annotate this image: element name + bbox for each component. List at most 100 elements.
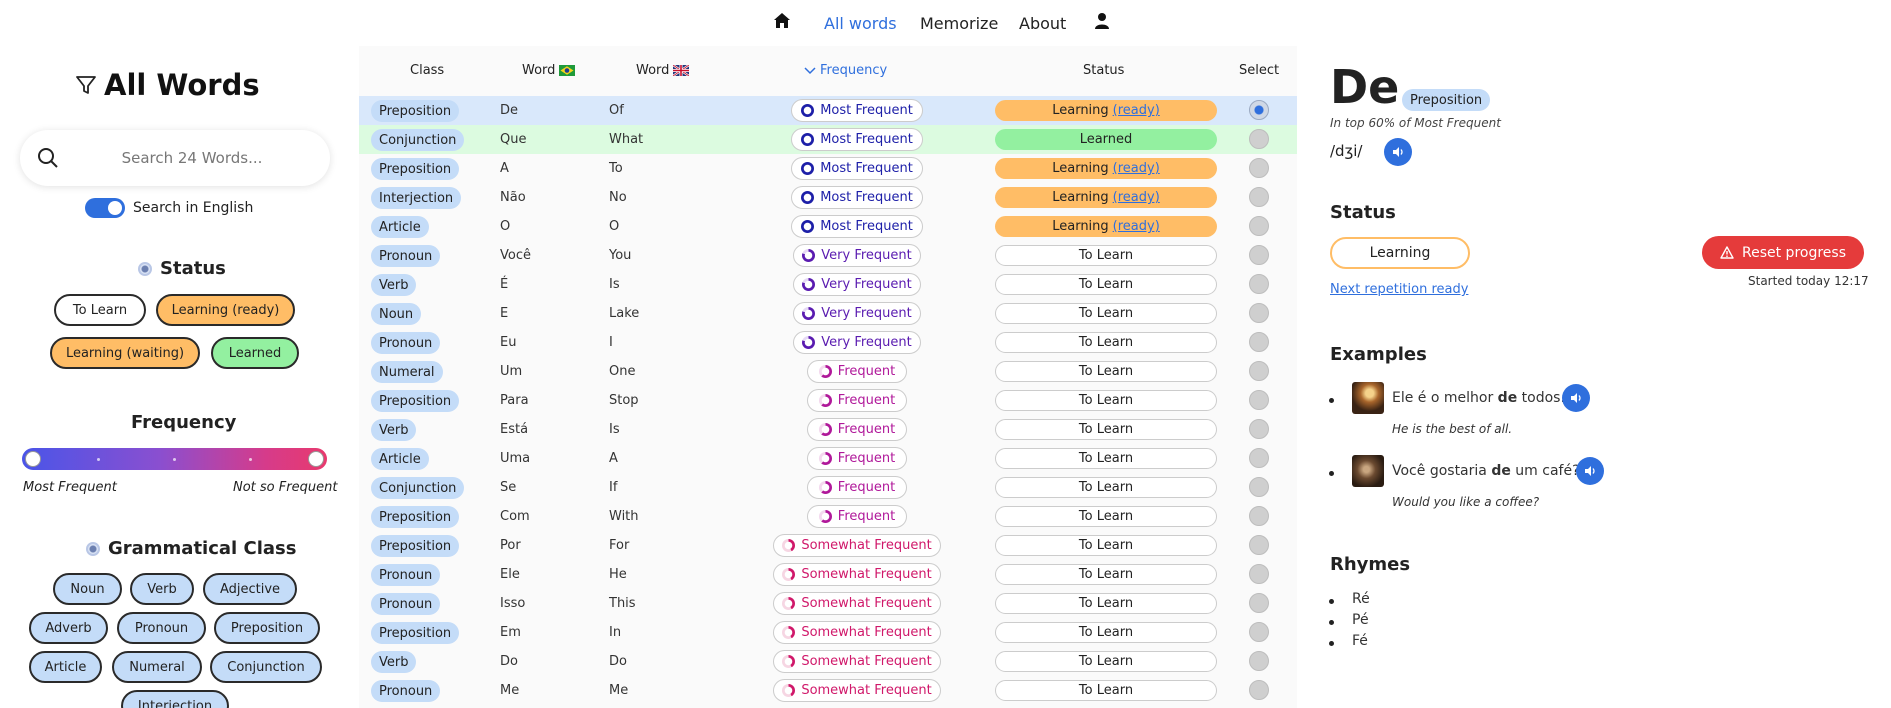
select-radio[interactable] — [1249, 651, 1269, 671]
header-frequency[interactable]: Frequency — [804, 63, 887, 78]
table-row[interactable]: Preposition Em In Somewhat Frequent To Learn — [359, 618, 1297, 647]
select-radio[interactable] — [1249, 477, 1269, 497]
table-row[interactable]: Conjunction Que What Most Frequent Learned — [359, 125, 1297, 154]
class-badge: Pronoun — [371, 680, 441, 702]
table-row[interactable]: Numeral Um One Frequent To Learn — [359, 357, 1297, 386]
search-english-toggle[interactable] — [85, 198, 125, 218]
class-pill-adverb[interactable]: Adverb — [29, 612, 108, 644]
frequency-badge: Very Frequent — [793, 273, 921, 296]
status-pill-to-learn[interactable]: To Learn — [54, 294, 146, 326]
table-row[interactable]: Pronoun Isso This Somewhat Frequent To Learn — [359, 589, 1297, 618]
table-row[interactable]: Conjunction Se If Frequent To Learn — [359, 473, 1297, 502]
table-row[interactable]: Preposition Com With Frequent To Learn — [359, 502, 1297, 531]
status-pill-learning-waiting[interactable]: Learning (waiting) — [50, 337, 200, 369]
nav-all-words[interactable]: All words — [824, 14, 897, 33]
class-pill-interjection[interactable]: Interjection — [121, 690, 229, 708]
select-radio[interactable] — [1249, 448, 1269, 468]
word-en-cell: I — [609, 335, 613, 350]
class-pill-noun[interactable]: Noun — [53, 573, 122, 605]
class-pill-preposition[interactable]: Preposition — [214, 612, 320, 644]
select-radio[interactable] — [1249, 593, 1269, 613]
next-repetition-link[interactable]: Next repetition ready — [1330, 282, 1468, 297]
frequency-slider-max-handle[interactable] — [308, 451, 324, 467]
table-row[interactable]: Verb Está Is Frequent To Learn — [359, 415, 1297, 444]
header-status[interactable]: Status — [1083, 63, 1124, 78]
nav-about[interactable]: About — [1019, 14, 1066, 33]
frequency-slider[interactable] — [22, 448, 327, 470]
class-pill-pronoun[interactable]: Pronoun — [117, 612, 206, 644]
table-row[interactable]: Article Uma A Frequent To Learn — [359, 444, 1297, 473]
select-radio[interactable] — [1249, 506, 1269, 526]
table-row[interactable]: Noun E Lake Very Frequent To Learn — [359, 299, 1297, 328]
class-pill-verb[interactable]: Verb — [130, 573, 194, 605]
table-row[interactable]: Verb É Is Very Frequent To Learn — [359, 270, 1297, 299]
header-word-pt[interactable]: Word — [522, 63, 576, 78]
class-pill-article[interactable]: Article — [29, 651, 102, 683]
select-radio[interactable] — [1249, 158, 1269, 178]
ready-link[interactable]: (ready) — [1113, 190, 1160, 205]
header-class[interactable]: Class — [410, 63, 444, 78]
select-radio[interactable] — [1249, 129, 1269, 149]
status-badge: To Learn — [995, 506, 1217, 527]
table-row[interactable]: Article O O Most Frequent Learning (ready) — [359, 212, 1297, 241]
frequency-label: Somewhat Frequent — [801, 654, 932, 669]
select-radio[interactable] — [1249, 100, 1269, 120]
ready-link[interactable]: (ready) — [1113, 161, 1160, 176]
class-badge: Preposition — [371, 390, 460, 412]
status-label: Learning — [1052, 190, 1109, 205]
select-radio[interactable] — [1249, 187, 1269, 207]
nav-memorize[interactable]: Memorize — [920, 14, 998, 33]
speaker-icon[interactable] — [1576, 457, 1604, 485]
ready-link[interactable]: (ready) — [1113, 103, 1160, 118]
select-radio[interactable] — [1249, 245, 1269, 265]
table-row[interactable]: Interjection Não No Most Frequent Learning (r… — [359, 183, 1297, 212]
word-en-cell: To — [609, 161, 623, 176]
select-radio[interactable] — [1249, 274, 1269, 294]
status-label: To Learn — [1078, 451, 1134, 466]
table-row[interactable]: Verb Do Do Somewhat Frequent To Learn — [359, 647, 1297, 676]
frequency-ring-icon — [782, 539, 796, 552]
home-icon[interactable] — [772, 11, 792, 31]
table-row[interactable]: Preposition Por For Somewhat Frequent To Lea… — [359, 531, 1297, 560]
select-radio[interactable] — [1249, 361, 1269, 381]
user-icon[interactable] — [1092, 11, 1112, 31]
class-pill-adjective[interactable]: Adjective — [203, 573, 297, 605]
table-row[interactable]: Pronoun Você You Very Frequent To Learn — [359, 241, 1297, 270]
word-pt-cell: Você — [500, 248, 531, 263]
class-pill-conjunction[interactable]: Conjunction — [210, 651, 322, 683]
select-radio[interactable] — [1249, 419, 1269, 439]
table-row[interactable]: Preposition De Of Most Frequent Learning (rea… — [359, 96, 1297, 125]
table-row[interactable]: Pronoun Eu I Very Frequent To Learn — [359, 328, 1297, 357]
header-select[interactable]: Select — [1239, 63, 1279, 78]
select-radio[interactable] — [1249, 622, 1269, 642]
word-pt-cell: Um — [500, 364, 523, 379]
ready-link[interactable]: (ready) — [1113, 219, 1160, 234]
status-label: Learned — [1079, 132, 1133, 147]
select-radio[interactable] — [1249, 680, 1269, 700]
class-radio-icon[interactable] — [86, 541, 100, 556]
select-radio[interactable] — [1249, 564, 1269, 584]
select-radio[interactable] — [1249, 390, 1269, 410]
table-row[interactable]: Pronoun Me Me Somewhat Frequent To Learn — [359, 676, 1297, 705]
select-radio[interactable] — [1249, 332, 1269, 352]
class-pill-numeral[interactable]: Numeral — [112, 651, 202, 683]
speaker-icon[interactable] — [1384, 138, 1412, 166]
select-radio[interactable] — [1249, 303, 1269, 323]
select-radio[interactable] — [1249, 216, 1269, 236]
table-row[interactable]: Pronoun Ele He Somewhat Frequent To Learn — [359, 560, 1297, 589]
table-row[interactable]: Preposition A To Most Frequent Learning (read… — [359, 154, 1297, 183]
frequency-label: Most Frequent — [820, 161, 913, 176]
frequency-badge: Most Frequent — [791, 99, 923, 122]
header-word-en[interactable]: Word — [636, 63, 690, 78]
detail-status-pill[interactable]: Learning — [1330, 237, 1470, 269]
status-pill-learning-ready[interactable]: Learning (ready) — [156, 294, 295, 326]
status-label: To Learn — [1078, 567, 1134, 582]
reset-progress-button[interactable]: Reset progress — [1702, 236, 1864, 269]
table-row[interactable]: Preposition Para Stop Frequent To Learn — [359, 386, 1297, 415]
select-radio[interactable] — [1249, 535, 1269, 555]
status-radio-icon[interactable] — [138, 261, 152, 276]
search-input[interactable] — [72, 140, 312, 176]
frequency-slider-min-handle[interactable] — [25, 451, 41, 467]
status-pill-learned[interactable]: Learned — [211, 337, 299, 369]
speaker-icon[interactable] — [1562, 384, 1590, 412]
